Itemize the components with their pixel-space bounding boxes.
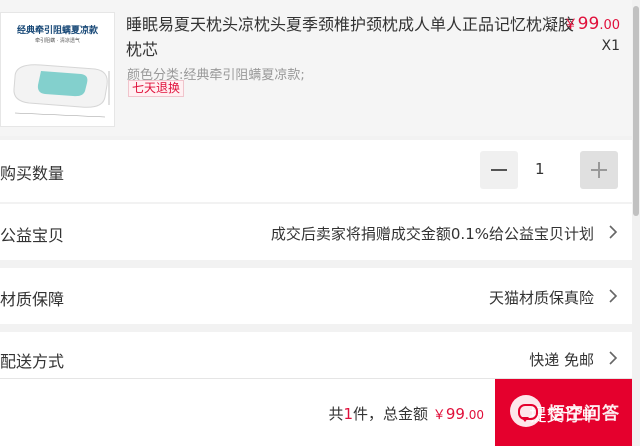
decrease-quantity-button[interactable] [480,151,518,189]
return-policy-badge: 七天退换 [128,80,185,97]
total-amount: ￥99.00 [433,405,484,423]
price-currency: ￥ [563,17,578,33]
product-quantity: X1 [601,38,621,54]
material-guarantee-label: 材质保障 [0,290,65,309]
item-count-prefix: 共 [328,405,344,423]
increase-quantity-button[interactable] [580,151,618,189]
watermark-text: 悟空问答 [548,403,620,424]
delivery-method-value: 快递 免邮 [529,351,594,369]
charity-label: 公益宝贝 [0,226,65,245]
pillow-image [13,64,110,118]
order-total: 共1件，总金额 ￥99.00 [328,403,484,424]
purchase-quantity-row: 购买数量 1 [0,140,632,202]
delivery-method-row[interactable]: 配送方式 快递 免邮 [0,332,632,384]
charity-row[interactable]: 公益宝贝 成交后卖家将捐赠成交金额0.1%给公益宝贝计划 [0,204,632,260]
order-confirm-page: 经典牵引阻螨夏凉款 牵引阻螨 · 清凉透气 睡眠易夏天枕头凉枕头夏季颈椎护颈枕成… [0,0,640,446]
chevron-right-icon [609,289,618,303]
product-price: ￥99.00 [564,14,620,34]
purchase-quantity-label: 购买数量 [0,164,65,183]
item-count-suffix: 件，总金额 [353,405,429,423]
chat-bubble-icon [510,395,542,427]
delivery-method-label: 配送方式 [0,352,65,371]
thumbnail-subcaption: 牵引阻螨 · 清凉透气 [35,38,80,44]
product-title[interactable]: 睡眠易夏天枕头凉枕头夏季颈椎护颈枕成人单人正品记忆枕凝胶枕芯 [126,12,578,62]
watermark: 悟空问答 [510,392,620,430]
price-integer: 99 [577,14,600,34]
total-integer: 99 [445,405,465,423]
total-decimal: .00 [464,408,484,422]
product-card[interactable]: 经典牵引阻螨夏凉款 牵引阻螨 · 清凉透气 睡眠易夏天枕头凉枕头夏季颈椎护颈枕成… [0,0,632,136]
scrollbar[interactable] [632,0,640,446]
material-guarantee-value: 天猫材质保真险 [488,289,594,307]
thumbnail-caption: 经典牵引阻螨夏凉款 [16,26,98,36]
chevron-right-icon [609,351,618,365]
material-guarantee-row[interactable]: 材质保障 天猫材质保真险 [0,268,632,324]
quantity-value[interactable]: 1 [535,160,545,178]
scrollbar-thumb[interactable] [633,6,639,216]
charity-value: 成交后卖家将捐赠成交金额0.1%给公益宝贝计划 [270,225,594,243]
chevron-right-icon [609,225,618,239]
item-count: 1 [343,405,353,423]
product-thumbnail[interactable]: 经典牵引阻螨夏凉款 牵引阻螨 · 清凉透气 [0,12,115,127]
price-decimal: .00 [599,18,620,33]
total-currency: ￥ [432,408,446,423]
